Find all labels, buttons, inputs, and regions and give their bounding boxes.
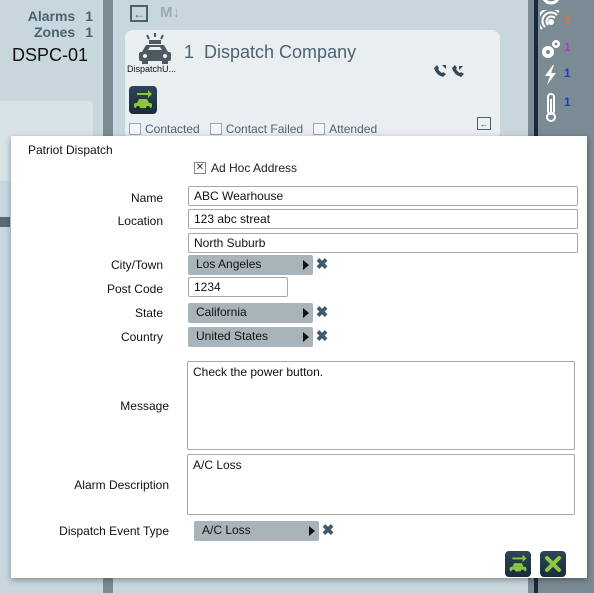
status-checkboxes: Contacted Contact Failed Attended — [129, 122, 377, 136]
clear-city-icon[interactable]: ✖ — [315, 257, 329, 272]
location-line2-input[interactable]: North Suburb — [188, 233, 578, 253]
power-count: 1 — [564, 66, 571, 80]
patriot-dispatch-dialog: Patriot Dispatch ✕ Ad Hoc Address Name A… — [11, 136, 587, 578]
dispatch-car-icon — [509, 554, 527, 574]
close-icon — [545, 556, 561, 572]
contacted-checkbox[interactable]: Contacted — [129, 122, 200, 136]
attended-checkbox[interactable]: Attended — [313, 122, 377, 136]
postcode-input[interactable]: 1234 — [188, 277, 288, 297]
markdown-button[interactable]: M↓ — [160, 4, 180, 21]
dispatch-card: DispatchU... 1 Dispatch Company Contacted… — [125, 30, 500, 140]
status-gears[interactable]: 1 — [538, 38, 594, 60]
dispatch-unit-label: DispatchU... — [127, 64, 177, 74]
message-label: Message — [120, 399, 169, 413]
adhoc-address-label: Ad Hoc Address — [211, 161, 298, 175]
location-label: Location — [117, 214, 163, 228]
alarm-description-textarea[interactable]: A/C Loss — [187, 454, 575, 515]
card-back-button[interactable]: ← — [477, 117, 491, 130]
checkbox-label: Contacted — [145, 122, 200, 136]
dispatch-index: 1 — [184, 42, 195, 62]
city-label: City/Town — [110, 258, 163, 272]
checkbox-box[interactable] — [209, 123, 222, 135]
state-value: California — [196, 305, 247, 319]
checkbox-box[interactable] — [129, 123, 141, 135]
status-temperature[interactable]: 1 — [538, 93, 594, 123]
alarm-description-label: Alarm Description — [74, 478, 169, 492]
dispatch-car-icon — [134, 90, 152, 110]
back-button[interactable]: ← — [130, 5, 148, 22]
message-textarea[interactable]: Check the power button. — [187, 361, 575, 450]
phone-incoming-icon[interactable] — [451, 64, 465, 78]
alarms-count: 1 — [85, 8, 93, 24]
checkbox-box[interactable] — [313, 123, 326, 135]
dispatch-car-button[interactable] — [129, 86, 157, 114]
status-top-icon — [542, 0, 560, 5]
phone-outgoing-icon[interactable] — [433, 64, 447, 78]
event-type-value: A/C Loss — [202, 523, 251, 537]
gears-icon — [542, 40, 560, 58]
thermometer-icon — [546, 93, 556, 122]
caret-right-icon — [309, 526, 315, 536]
location-input[interactable]: 123 abc streat — [188, 209, 578, 229]
zones-count: 1 — [85, 24, 93, 40]
signal-count: 1 — [564, 12, 571, 26]
dispatch-company-name: Dispatch Company — [204, 42, 357, 62]
name-input[interactable]: ABC Wearhouse — [188, 186, 578, 206]
arrow-left-icon: ← — [479, 118, 489, 129]
contact-failed-checkbox[interactable]: Contact Failed — [209, 122, 304, 136]
close-button[interactable] — [540, 551, 566, 577]
dispatch-title: 1 Dispatch Company — [184, 42, 356, 63]
state-label: State — [134, 306, 163, 320]
country-value: United States — [196, 329, 269, 343]
status-power[interactable]: 1 — [538, 64, 594, 86]
caret-right-icon — [303, 332, 309, 342]
clear-event-type-icon[interactable]: ✖ — [321, 523, 335, 538]
clear-state-icon[interactable]: ✖ — [315, 305, 329, 320]
caret-right-icon — [303, 308, 309, 318]
police-car-icon — [139, 33, 171, 64]
caret-right-icon — [303, 260, 309, 270]
alarms-label: Alarms — [27, 8, 76, 24]
city-select[interactable]: Los Angeles — [188, 255, 313, 275]
gears-count: 1 — [564, 40, 571, 54]
left-indicator — [0, 217, 10, 227]
city-value: Los Angeles — [196, 257, 262, 271]
clear-country-icon[interactable]: ✖ — [315, 329, 329, 344]
dispatch-button[interactable] — [505, 551, 531, 577]
temperature-count: 1 — [564, 95, 571, 109]
country-select[interactable]: United States — [188, 327, 313, 347]
checkbox-label: Contact Failed — [225, 122, 304, 136]
signal-icon — [540, 10, 560, 30]
dialog-title: Patriot Dispatch — [28, 143, 113, 157]
site-id: DSPC-01 — [12, 45, 89, 65]
phone-actions — [433, 64, 465, 78]
event-type-label: Dispatch Event Type — [59, 524, 169, 538]
state-select[interactable]: California — [188, 303, 313, 323]
checkbox-checked[interactable]: ✕ — [194, 162, 206, 174]
zones-label: Zones — [33, 24, 76, 40]
site-stats: Alarms 1 Zones 1 — [28, 8, 93, 40]
postcode-label: Post Code — [106, 282, 163, 296]
adhoc-address-checkbox[interactable]: ✕ Ad Hoc Address — [194, 161, 297, 175]
status-signal[interactable]: 1 — [538, 10, 594, 32]
country-label: Country — [120, 330, 163, 344]
lightning-icon — [545, 65, 556, 85]
arrow-left-icon: ← — [133, 6, 145, 21]
checkbox-label: Attended — [329, 122, 378, 136]
name-label: Name — [130, 191, 163, 205]
event-type-select[interactable]: A/C Loss — [194, 521, 319, 541]
